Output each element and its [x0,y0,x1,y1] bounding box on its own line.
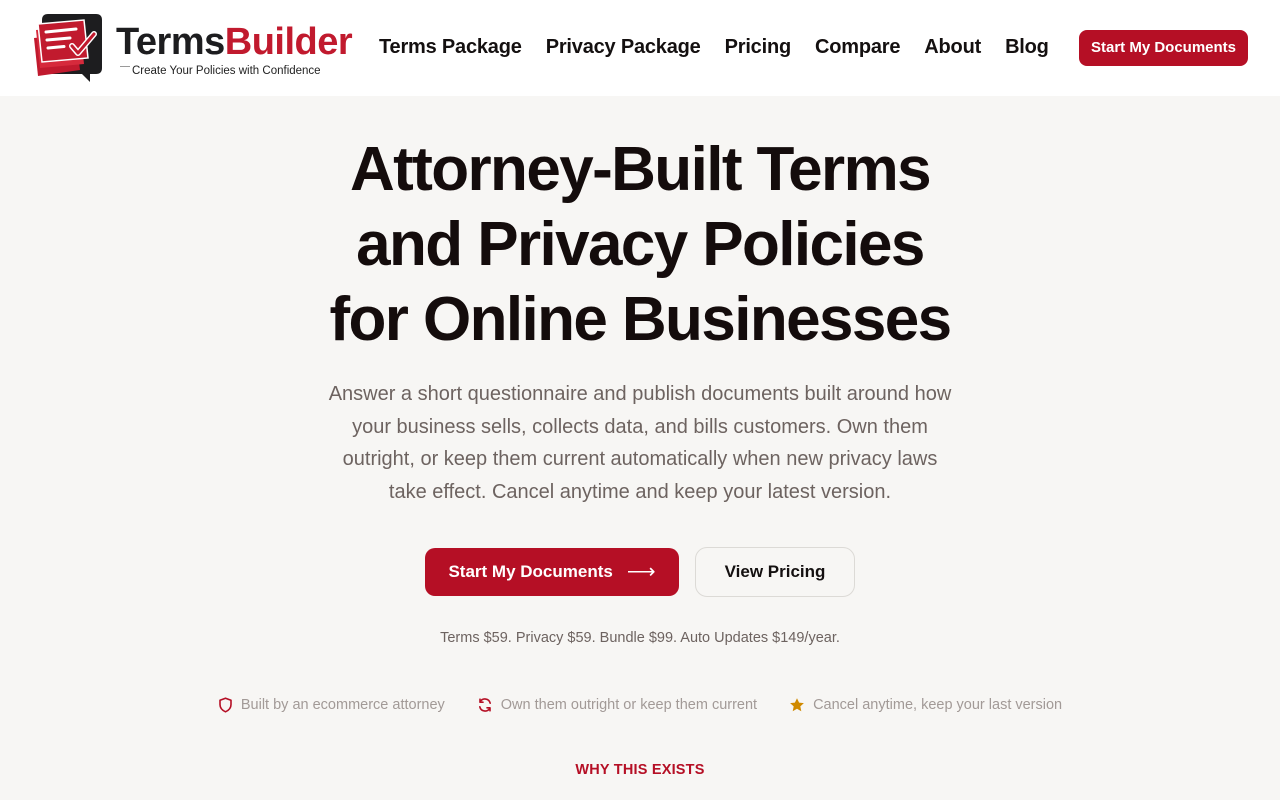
trust-item: Cancel anytime, keep your last version [789,697,1062,713]
hero-subtitle-line: your business sells, collects data, and … [352,415,928,438]
start-documents-label: Start My Documents [448,562,613,581]
trust-item-label: Built by an ecommerce attorney [240,697,445,713]
hero-title-line: and Privacy Policies [356,210,925,279]
brand-name-part1: Terms [116,21,225,63]
trust-item: Built by an ecommerce attorney [218,697,445,713]
start-documents-header-button[interactable]: Start My Documents [1079,30,1248,66]
logo[interactable]: TermsBuilder Create Your Policies with C… [32,12,353,84]
trust-item-label: Own them outright or keep them current [500,697,758,713]
trust-item-label: Cancel anytime, keep your last version [813,697,1063,713]
hero-subtitle-line: take effect. Cancel anytime and keep you… [388,480,892,503]
site-header: TermsBuilder Create Your Policies with C… [0,0,1280,96]
arrow-right-icon: ⟶ [626,561,656,583]
start-documents-button[interactable]: Start My Documents ⟶ [425,548,679,596]
nav-item-pricing[interactable]: Pricing [725,36,792,59]
brand-name: TermsBuilder [116,20,353,64]
refresh-icon [478,698,491,712]
shield-icon [219,697,232,713]
hero-title-line: Attorney-Built Terms [349,135,932,204]
trust-badges: Built by an ecommerce attorney Own them … [0,697,1280,713]
nav-item-terms-package[interactable]: Terms Package [379,36,522,59]
trust-item: Own them outright or keep them current [477,697,757,713]
hero-title-line: for Online Businesses [329,285,952,354]
view-pricing-button[interactable]: View Pricing [695,547,855,597]
nav-item-privacy-package[interactable]: Privacy Package [546,36,701,59]
price-summary: Terms $59. Privacy $59. Bundle $99. Auto… [440,630,840,646]
main-nav: Terms Package Privacy Package Pricing Co… [379,36,1049,59]
hero-title: Attorney-Built Terms and Privacy Policie… [240,132,1040,357]
hero-subtitle-line: outright, or keep them current automatic… [342,448,938,470]
brand-tagline: Create Your Policies with Confidence [130,65,323,77]
nav-item-blog[interactable]: Blog [1005,36,1049,59]
section-eyebrow: WHY THIS EXISTS [575,762,705,778]
brand-name-part2: Builder [224,21,353,63]
document-check-icon [34,14,102,82]
hero-subtitle: Answer a short questionnaire and publish… [300,378,980,508]
star-icon [790,698,804,712]
nav-item-about[interactable]: About [924,36,981,59]
hero-subtitle-line: Answer a short questionnaire and publish… [328,383,952,405]
nav-item-compare[interactable]: Compare [815,36,900,59]
